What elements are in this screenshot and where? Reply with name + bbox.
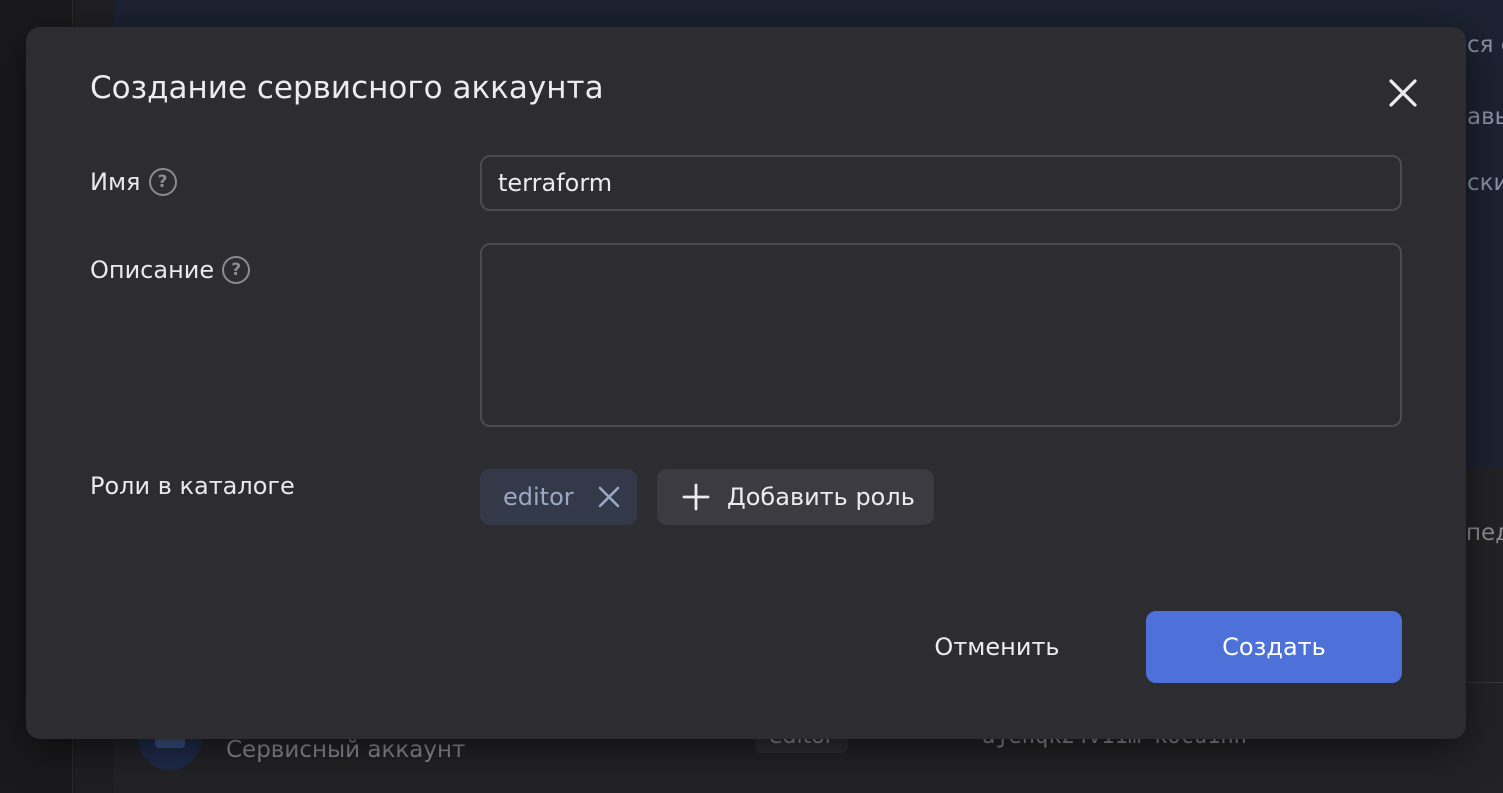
description-label: Описание ? — [90, 256, 251, 284]
close-button[interactable] — [1381, 71, 1425, 115]
dialog-title: Создание сервисного аккаунта — [90, 70, 604, 106]
name-label-text: Имя — [90, 168, 141, 196]
name-input[interactable] — [480, 155, 1402, 211]
question-circle-icon[interactable]: ? — [148, 168, 177, 196]
banner-text-line: скид — [1467, 170, 1503, 196]
close-icon — [1389, 79, 1417, 107]
question-circle-icon[interactable]: ? — [222, 256, 251, 284]
add-role-label: Добавить роль — [727, 483, 915, 511]
row-subtitle: Сервисный аккаунт — [226, 737, 466, 763]
name-label: Имя ? — [90, 168, 177, 196]
plus-icon — [682, 483, 710, 511]
roles-label: Роли в каталоге — [90, 472, 295, 500]
description-textarea[interactable] — [480, 243, 1402, 427]
cancel-button[interactable]: Отменить — [914, 611, 1080, 683]
add-role-button[interactable]: Добавить роль — [657, 469, 934, 525]
description-label-text: Описание — [90, 256, 215, 284]
create-button[interactable]: Создать — [1146, 611, 1402, 683]
remove-role-button[interactable] — [595, 483, 623, 511]
create-service-account-dialog: Создание сервисного аккаунта Имя ? Описа… — [26, 27, 1466, 739]
role-chip-editor: editor — [480, 469, 637, 525]
banner-text-line: авьт — [1467, 104, 1503, 130]
side-text: пед — [1466, 520, 1503, 546]
role-chip-label: editor — [503, 483, 574, 511]
close-icon — [598, 486, 620, 508]
banner-text-line: ся с — [1467, 32, 1503, 58]
